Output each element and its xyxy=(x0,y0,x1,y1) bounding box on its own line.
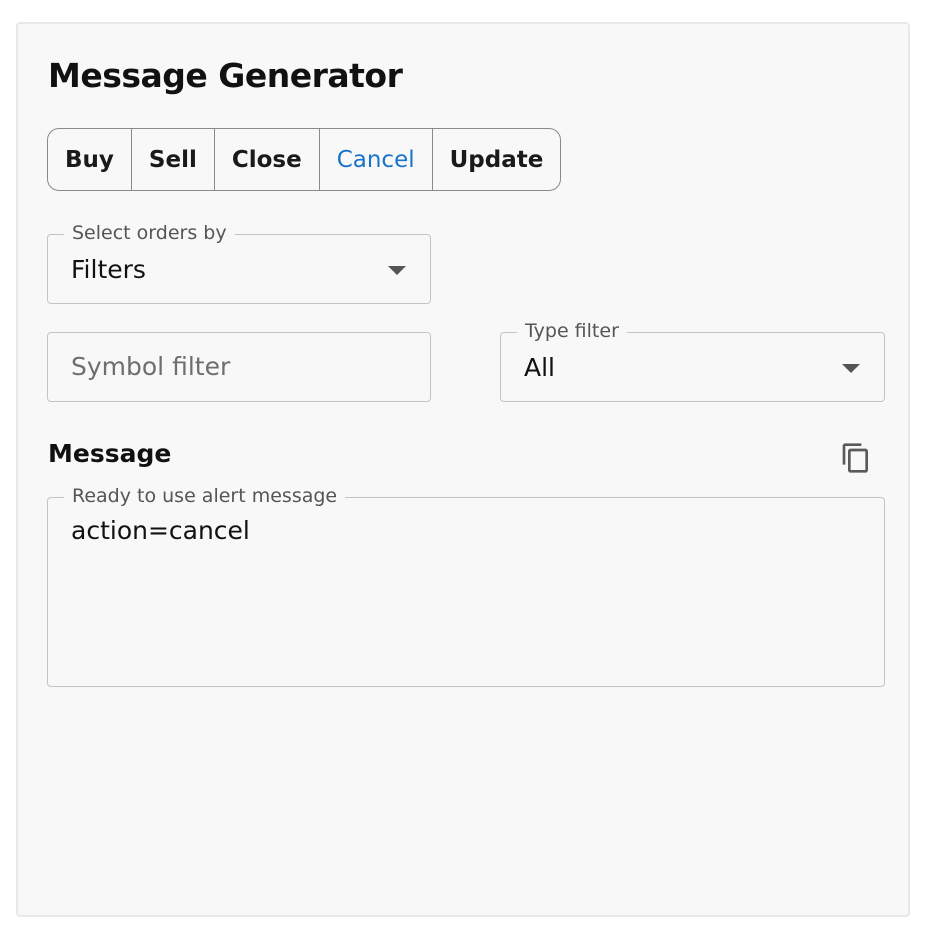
chevron-down-icon xyxy=(842,364,860,373)
symbol-filter-placeholder: Symbol filter xyxy=(71,352,231,381)
alert-message-textarea[interactable]: Ready to use alert message action=cancel xyxy=(47,485,885,687)
select-orders-by-label: Select orders by xyxy=(64,222,235,244)
select-orders-by-value: Filters xyxy=(71,255,146,284)
chevron-down-icon xyxy=(388,266,406,275)
update-button[interactable]: Update xyxy=(433,129,561,190)
page-title: Message Generator xyxy=(48,56,403,95)
message-generator-card: Message Generator Buy Sell Close Cancel … xyxy=(16,22,910,917)
message-section-title: Message xyxy=(48,439,172,468)
buy-button[interactable]: Buy xyxy=(48,129,132,190)
symbol-filter-input[interactable]: Symbol filter xyxy=(47,332,431,402)
sell-button[interactable]: Sell xyxy=(132,129,215,190)
alert-message-label: Ready to use alert message xyxy=(64,485,346,507)
type-filter-label: Type filter xyxy=(517,320,627,342)
type-filter-dropdown[interactable]: Type filter All xyxy=(500,320,885,402)
copy-button[interactable] xyxy=(836,438,876,478)
alert-message-text: action=cancel xyxy=(71,516,250,545)
close-button[interactable]: Close xyxy=(215,129,320,190)
type-filter-value: All xyxy=(524,353,555,382)
action-toggle-group: Buy Sell Close Cancel Update xyxy=(47,128,562,191)
copy-icon xyxy=(842,443,868,473)
cancel-button[interactable]: Cancel xyxy=(320,129,433,190)
select-orders-by-dropdown[interactable]: Select orders by Filters xyxy=(47,222,431,304)
